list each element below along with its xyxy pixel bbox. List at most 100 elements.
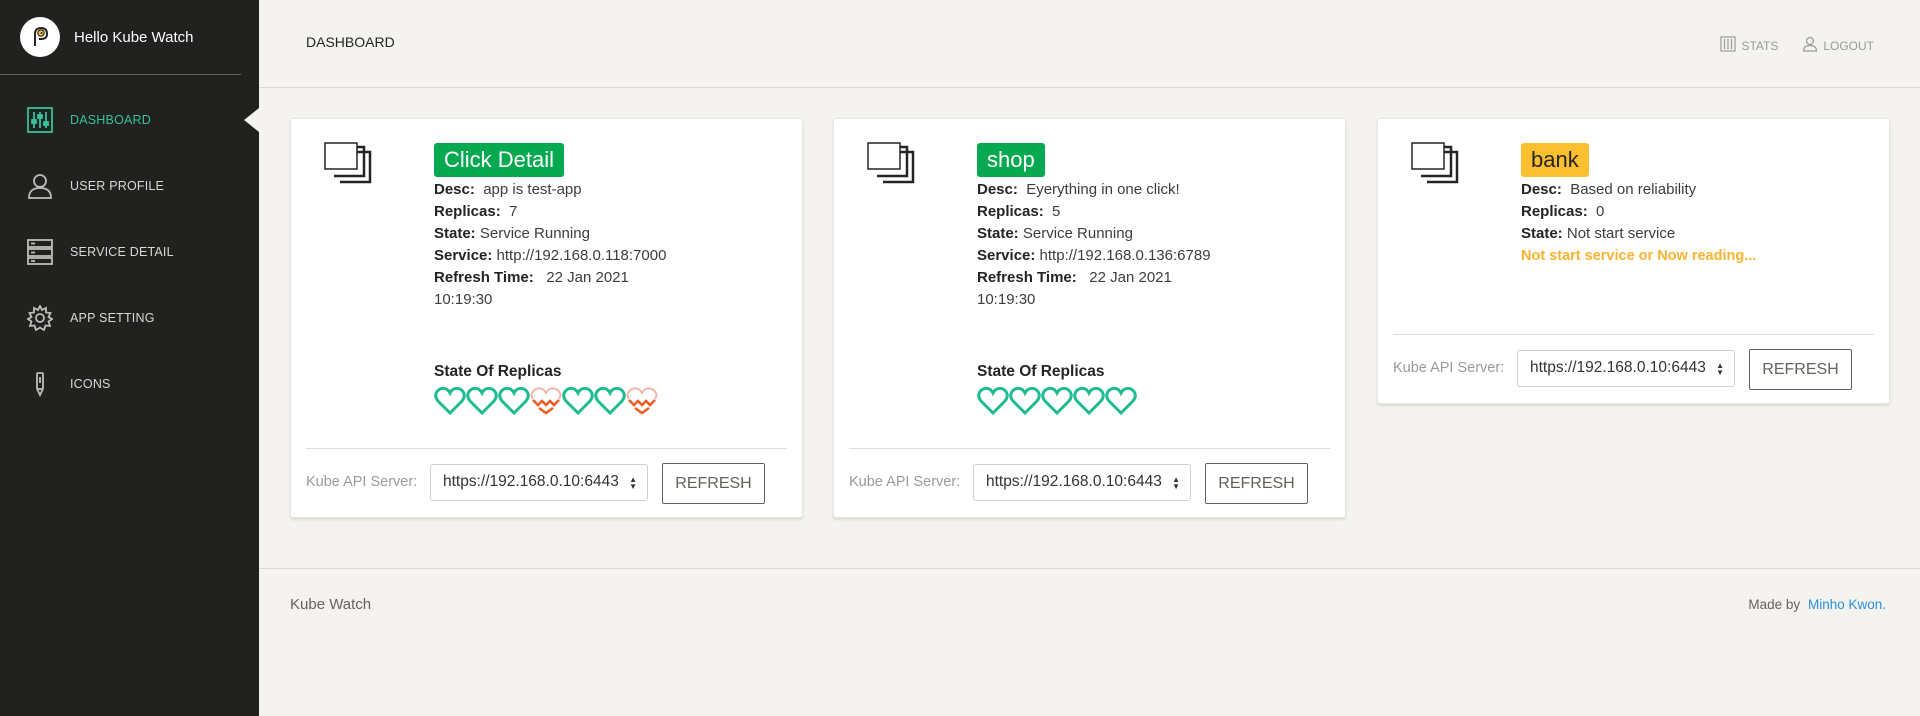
api-server-select[interactable]: https://192.168.0.10:6443 ▲ ▼ xyxy=(1517,350,1735,387)
api-server-value: https://192.168.0.10:6443 xyxy=(986,473,1162,490)
window-stack-icon xyxy=(324,142,374,191)
footer-credit: Made by Minho Kwon. xyxy=(1748,597,1886,612)
service-card-click-detail: Click Detail Desc: app is test-app Repli… xyxy=(290,118,803,518)
api-server-value: https://192.168.0.10:6443 xyxy=(443,473,619,490)
sidebar-item-label: SERVICE DETAIL xyxy=(70,245,174,259)
replica-ok-heart-icon xyxy=(977,386,1009,416)
replicas-state: State Of Replicas xyxy=(434,363,658,417)
replicas-value: 0 xyxy=(1596,203,1605,220)
api-server-select[interactable]: https://192.168.0.10:6443 ▲ ▼ xyxy=(973,464,1191,501)
replica-ok-heart-icon xyxy=(1073,386,1105,416)
select-arrows-icon: ▲ ▼ xyxy=(1716,361,1724,377)
sidebar-item-label: ICONS xyxy=(70,377,111,391)
card-footer: Kube API Server: https://192.168.0.10:64… xyxy=(849,448,1330,518)
card-footer: Kube API Server: https://192.168.0.10:64… xyxy=(1393,334,1874,404)
sidebar-item-app-setting[interactable]: APP SETTING xyxy=(0,285,259,351)
replica-ok-heart-icon xyxy=(498,386,530,416)
service-url: http://192.168.0.136:6789 xyxy=(1039,247,1211,264)
service-name-tag[interactable]: Click Detail xyxy=(434,143,565,177)
server-list-icon xyxy=(26,238,54,266)
api-server-select[interactable]: https://192.168.0.10:6443 ▲ ▼ xyxy=(430,464,648,501)
card-info: bank Desc: Based on reliability Replicas… xyxy=(1521,143,1756,267)
sidebar-item-label: DASHBOARD xyxy=(70,113,151,127)
state-label: State: xyxy=(977,225,1019,242)
sidebar: Hello Kube Watch DASHBOARD USER PROFILE xyxy=(0,0,259,716)
page-title: DASHBOARD xyxy=(306,34,395,50)
refresh-button[interactable]: REFRESH xyxy=(1205,463,1308,504)
user-icon xyxy=(26,172,54,200)
replicas-label: Replicas: xyxy=(1521,203,1588,220)
stats-label: STATS xyxy=(1741,38,1779,53)
refresh-time-label: Refresh Time: xyxy=(434,269,534,286)
window-stack-icon xyxy=(1411,142,1461,191)
stats-icon xyxy=(1720,36,1737,55)
replica-ok-heart-icon xyxy=(1041,386,1073,416)
select-arrows-icon: ▲ ▼ xyxy=(1172,475,1180,491)
state-value: Service Running xyxy=(479,225,590,242)
refresh-time-clock: 10:19:30 xyxy=(977,291,1036,308)
service-card-bank: bank Desc: Based on reliability Replicas… xyxy=(1377,118,1890,404)
sidebar-item-user-profile[interactable]: USER PROFILE xyxy=(0,153,259,219)
window-stack-icon xyxy=(867,142,917,191)
replica-ok-heart-icon xyxy=(594,386,626,416)
refresh-time-clock: 10:19:30 xyxy=(434,291,493,308)
replica-ok-heart-icon xyxy=(1105,386,1137,416)
footer-brand: Kube Watch xyxy=(290,596,372,613)
replica-ok-heart-icon xyxy=(466,386,498,416)
refresh-button[interactable]: REFRESH xyxy=(1749,349,1852,390)
sliders-icon xyxy=(26,106,54,134)
state-value: Service Running xyxy=(1022,225,1133,242)
api-server-label: Kube API Server: xyxy=(849,474,961,490)
stats-link[interactable]: STATS xyxy=(1720,36,1778,55)
state-value: Not start service xyxy=(1566,225,1676,242)
replicas-value: 7 xyxy=(509,203,518,220)
refresh-time-date: 22 Jan 2021 xyxy=(546,269,629,286)
replica-broken-heart-icon xyxy=(626,387,658,415)
desc-value: Based on reliability xyxy=(1570,181,1697,198)
card-info: shop Desc: Eyerything in one click! Repl… xyxy=(977,143,1211,311)
replicas-value: 5 xyxy=(1052,203,1061,220)
service-name-tag[interactable]: shop xyxy=(977,143,1045,177)
brand[interactable]: Hello Kube Watch xyxy=(0,0,241,75)
replicas-title: State Of Replicas xyxy=(977,363,1105,380)
author-link[interactable]: Minho Kwon. xyxy=(1808,597,1886,612)
replica-ok-heart-icon xyxy=(1009,386,1041,416)
logout-label: LOGOUT xyxy=(1823,38,1874,53)
replicas-label: Replicas: xyxy=(434,203,501,220)
top-actions: STATS LOGOUT xyxy=(1720,36,1874,55)
replica-ok-heart-icon xyxy=(562,386,594,416)
sidebar-item-dashboard[interactable]: DASHBOARD xyxy=(0,87,259,153)
sidebar-nav: DASHBOARD USER PROFILE SERVICE DETAIL AP… xyxy=(0,87,259,417)
service-label: Service: xyxy=(977,247,1036,264)
service-card-shop: shop Desc: Eyerything in one click! Repl… xyxy=(833,118,1346,518)
refresh-time-date: 22 Jan 2021 xyxy=(1089,269,1172,286)
desc-value: Eyerything in one click! xyxy=(1026,181,1180,198)
api-server-label: Kube API Server: xyxy=(1393,360,1505,376)
state-label: State: xyxy=(1521,225,1563,242)
sidebar-item-icons[interactable]: ICONS xyxy=(0,351,259,417)
refresh-button[interactable]: REFRESH xyxy=(662,463,765,504)
logout-link[interactable]: LOGOUT xyxy=(1802,36,1874,55)
sidebar-item-service-detail[interactable]: SERVICE DETAIL xyxy=(0,219,259,285)
logo-icon xyxy=(20,17,60,57)
refresh-time-label: Refresh Time: xyxy=(977,269,1077,286)
replicas-label: Replicas: xyxy=(977,203,1044,220)
user-icon xyxy=(1802,36,1818,55)
page-footer: Kube Watch Made by Minho Kwon. xyxy=(259,568,1920,716)
replica-hearts xyxy=(434,385,658,417)
top-navbar: DASHBOARD STATS LOGOUT xyxy=(259,0,1920,88)
brand-name: Hello Kube Watch xyxy=(74,28,194,46)
replicas-state: State Of Replicas xyxy=(977,363,1137,417)
gear-icon xyxy=(26,304,54,332)
card-footer: Kube API Server: https://192.168.0.10:64… xyxy=(306,448,787,518)
card-info: Click Detail Desc: app is test-app Repli… xyxy=(434,143,666,311)
desc-label: Desc: xyxy=(434,181,475,198)
replicas-title: State Of Replicas xyxy=(434,363,562,380)
sidebar-item-label: USER PROFILE xyxy=(70,179,165,193)
service-url: http://192.168.0.118:7000 xyxy=(496,247,667,264)
service-label: Service: xyxy=(434,247,493,264)
service-name-tag[interactable]: bank xyxy=(1521,143,1589,177)
status-warning: Not start service or Now reading... xyxy=(1521,248,1757,264)
desc-label: Desc: xyxy=(1521,181,1562,198)
pen-icon xyxy=(26,370,54,398)
